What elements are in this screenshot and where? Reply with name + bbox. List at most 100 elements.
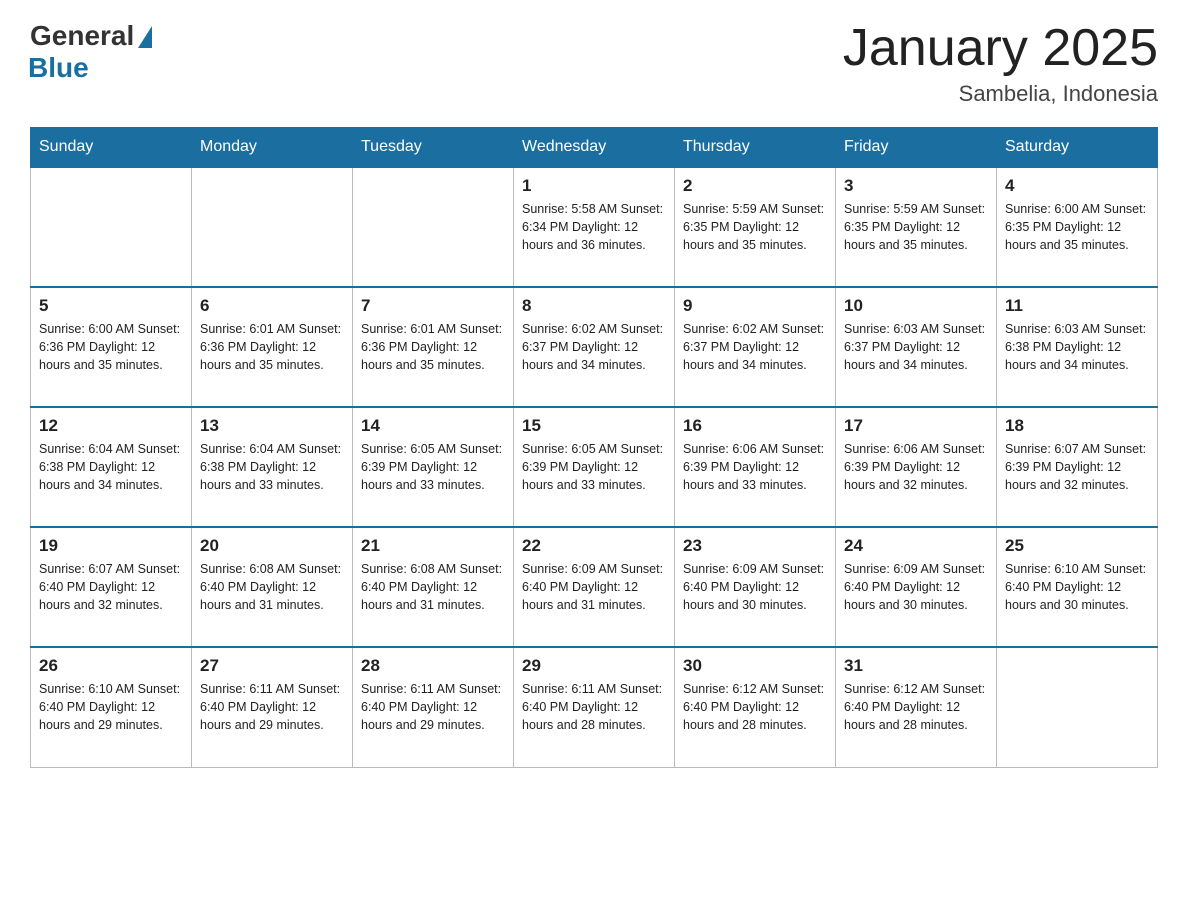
month-title: January 2025 — [843, 20, 1158, 77]
day-info: Sunrise: 6:09 AM Sunset: 6:40 PM Dayligh… — [522, 560, 666, 614]
day-number: 21 — [361, 536, 505, 556]
day-number: 3 — [844, 176, 988, 196]
day-of-week-header: Saturday — [997, 128, 1158, 168]
calendar-week-row: 26 Sunrise: 6:10 AM Sunset: 6:40 PM Dayli… — [31, 647, 1158, 767]
day-info: Sunrise: 5:59 AM Sunset: 6:35 PM Dayligh… — [844, 200, 988, 254]
day-number: 14 — [361, 416, 505, 436]
calendar-day-cell: 21Sunrise: 6:08 AM Sunset: 6:40 PM Dayli… — [353, 527, 514, 647]
location-label: Sambelia, Indonesia — [843, 81, 1158, 107]
calendar-week-row: 12 Sunrise: 6:04 AM Sunset: 6:38 PM Dayli… — [31, 407, 1158, 527]
day-info: Sunrise: 6:08 AM Sunset: 6:40 PM Dayligh… — [200, 560, 344, 614]
day-number: 5 — [39, 296, 183, 316]
page-header: General Blue January 2025 Sambelia, Indo… — [30, 20, 1158, 107]
calendar-day-cell: 11Sunrise: 6:03 AM Sunset: 6:38 PM Dayli… — [997, 287, 1158, 407]
day-number: 22 — [522, 536, 666, 556]
day-number: 27 — [200, 656, 344, 676]
day-number: 1 — [522, 176, 666, 196]
day-number: 19 — [39, 536, 183, 556]
calendar-day-cell: 1 Sunrise: 5:58 AM Sunset: 6:34 PM Daylig… — [514, 167, 675, 287]
day-number: 20 — [200, 536, 344, 556]
day-of-week-header: Thursday — [675, 128, 836, 168]
day-info: Sunrise: 6:06 AM Sunset: 6:39 PM Dayligh… — [844, 440, 988, 494]
day-of-week-header: Sunday — [31, 128, 192, 168]
day-info: Sunrise: 6:12 AM Sunset: 6:40 PM Dayligh… — [683, 680, 827, 734]
day-number: 25 — [1005, 536, 1149, 556]
day-info: Sunrise: 6:03 AM Sunset: 6:37 PM Dayligh… — [844, 320, 988, 374]
logo: General Blue — [30, 20, 152, 84]
day-number: 11 — [1005, 296, 1149, 316]
logo-triangle-icon — [138, 26, 152, 48]
calendar-day-cell: 24 Sunrise: 6:09 AM Sunset: 6:40 PM Dayli… — [836, 527, 997, 647]
calendar-day-cell: 6Sunrise: 6:01 AM Sunset: 6:36 PM Daylig… — [192, 287, 353, 407]
day-info: Sunrise: 6:11 AM Sunset: 6:40 PM Dayligh… — [361, 680, 505, 734]
day-info: Sunrise: 6:05 AM Sunset: 6:39 PM Dayligh… — [522, 440, 666, 494]
day-of-week-header: Monday — [192, 128, 353, 168]
day-info: Sunrise: 6:09 AM Sunset: 6:40 PM Dayligh… — [844, 560, 988, 614]
calendar-day-cell: 13 Sunrise: 6:04 AM Sunset: 6:38 PM Dayli… — [192, 407, 353, 527]
calendar-day-cell: 8 Sunrise: 6:02 AM Sunset: 6:37 PM Daylig… — [514, 287, 675, 407]
day-info: Sunrise: 6:11 AM Sunset: 6:40 PM Dayligh… — [522, 680, 666, 734]
day-info: Sunrise: 6:02 AM Sunset: 6:37 PM Dayligh… — [683, 320, 827, 374]
day-number: 13 — [200, 416, 344, 436]
day-number: 10 — [844, 296, 988, 316]
day-number: 15 — [522, 416, 666, 436]
calendar-day-cell: 17 Sunrise: 6:06 AM Sunset: 6:39 PM Dayli… — [836, 407, 997, 527]
calendar-day-cell: 16Sunrise: 6:06 AM Sunset: 6:39 PM Dayli… — [675, 407, 836, 527]
day-info: Sunrise: 6:04 AM Sunset: 6:38 PM Dayligh… — [39, 440, 183, 494]
day-number: 16 — [683, 416, 827, 436]
day-number: 23 — [683, 536, 827, 556]
calendar-day-cell — [31, 167, 192, 287]
calendar-day-cell: 14Sunrise: 6:05 AM Sunset: 6:39 PM Dayli… — [353, 407, 514, 527]
day-number: 24 — [844, 536, 988, 556]
day-info: Sunrise: 6:01 AM Sunset: 6:36 PM Dayligh… — [361, 320, 505, 374]
day-number: 4 — [1005, 176, 1149, 196]
day-number: 26 — [39, 656, 183, 676]
calendar-day-cell: 31 Sunrise: 6:12 AM Sunset: 6:40 PM Dayli… — [836, 647, 997, 767]
calendar-week-row: 19 Sunrise: 6:07 AM Sunset: 6:40 PM Dayli… — [31, 527, 1158, 647]
day-info: Sunrise: 6:10 AM Sunset: 6:40 PM Dayligh… — [1005, 560, 1149, 614]
day-number: 2 — [683, 176, 827, 196]
day-number: 12 — [39, 416, 183, 436]
day-info: Sunrise: 6:07 AM Sunset: 6:40 PM Dayligh… — [39, 560, 183, 614]
calendar-week-row: 5Sunrise: 6:00 AM Sunset: 6:36 PM Daylig… — [31, 287, 1158, 407]
day-info: Sunrise: 6:02 AM Sunset: 6:37 PM Dayligh… — [522, 320, 666, 374]
day-number: 28 — [361, 656, 505, 676]
calendar-week-row: 1 Sunrise: 5:58 AM Sunset: 6:34 PM Daylig… — [31, 167, 1158, 287]
day-of-week-header: Friday — [836, 128, 997, 168]
calendar-day-cell: 2 Sunrise: 5:59 AM Sunset: 6:35 PM Daylig… — [675, 167, 836, 287]
day-number: 18 — [1005, 416, 1149, 436]
day-number: 30 — [683, 656, 827, 676]
calendar-day-cell: 3 Sunrise: 5:59 AM Sunset: 6:35 PM Daylig… — [836, 167, 997, 287]
calendar-day-cell — [192, 167, 353, 287]
calendar-day-cell: 23 Sunrise: 6:09 AM Sunset: 6:40 PM Dayli… — [675, 527, 836, 647]
day-number: 9 — [683, 296, 827, 316]
calendar-day-cell: 7 Sunrise: 6:01 AM Sunset: 6:36 PM Daylig… — [353, 287, 514, 407]
day-info: Sunrise: 6:04 AM Sunset: 6:38 PM Dayligh… — [200, 440, 344, 494]
calendar-day-cell: 10 Sunrise: 6:03 AM Sunset: 6:37 PM Dayli… — [836, 287, 997, 407]
calendar-day-cell: 25 Sunrise: 6:10 AM Sunset: 6:40 PM Dayli… — [997, 527, 1158, 647]
calendar-day-cell: 5Sunrise: 6:00 AM Sunset: 6:36 PM Daylig… — [31, 287, 192, 407]
day-info: Sunrise: 6:09 AM Sunset: 6:40 PM Dayligh… — [683, 560, 827, 614]
day-info: Sunrise: 6:11 AM Sunset: 6:40 PM Dayligh… — [200, 680, 344, 734]
day-info: Sunrise: 6:10 AM Sunset: 6:40 PM Dayligh… — [39, 680, 183, 734]
day-of-week-header: Wednesday — [514, 128, 675, 168]
day-number: 8 — [522, 296, 666, 316]
logo-blue-text: Blue — [28, 52, 89, 84]
day-number: 17 — [844, 416, 988, 436]
calendar-day-cell: 15 Sunrise: 6:05 AM Sunset: 6:39 PM Dayli… — [514, 407, 675, 527]
day-info: Sunrise: 5:59 AM Sunset: 6:35 PM Dayligh… — [683, 200, 827, 254]
calendar-day-cell: 9 Sunrise: 6:02 AM Sunset: 6:37 PM Daylig… — [675, 287, 836, 407]
calendar-day-cell: 20 Sunrise: 6:08 AM Sunset: 6:40 PM Dayli… — [192, 527, 353, 647]
logo-general-text: General — [30, 20, 134, 52]
day-number: 29 — [522, 656, 666, 676]
day-info: Sunrise: 6:07 AM Sunset: 6:39 PM Dayligh… — [1005, 440, 1149, 494]
day-number: 7 — [361, 296, 505, 316]
calendar-day-cell: 26 Sunrise: 6:10 AM Sunset: 6:40 PM Dayli… — [31, 647, 192, 767]
day-info: Sunrise: 6:12 AM Sunset: 6:40 PM Dayligh… — [844, 680, 988, 734]
calendar-table: SundayMondayTuesdayWednesdayThursdayFrid… — [30, 127, 1158, 768]
day-info: Sunrise: 5:58 AM Sunset: 6:34 PM Dayligh… — [522, 200, 666, 254]
calendar-day-cell: 30 Sunrise: 6:12 AM Sunset: 6:40 PM Dayli… — [675, 647, 836, 767]
title-section: January 2025 Sambelia, Indonesia — [843, 20, 1158, 107]
day-number: 31 — [844, 656, 988, 676]
logo-top: General — [30, 20, 152, 52]
